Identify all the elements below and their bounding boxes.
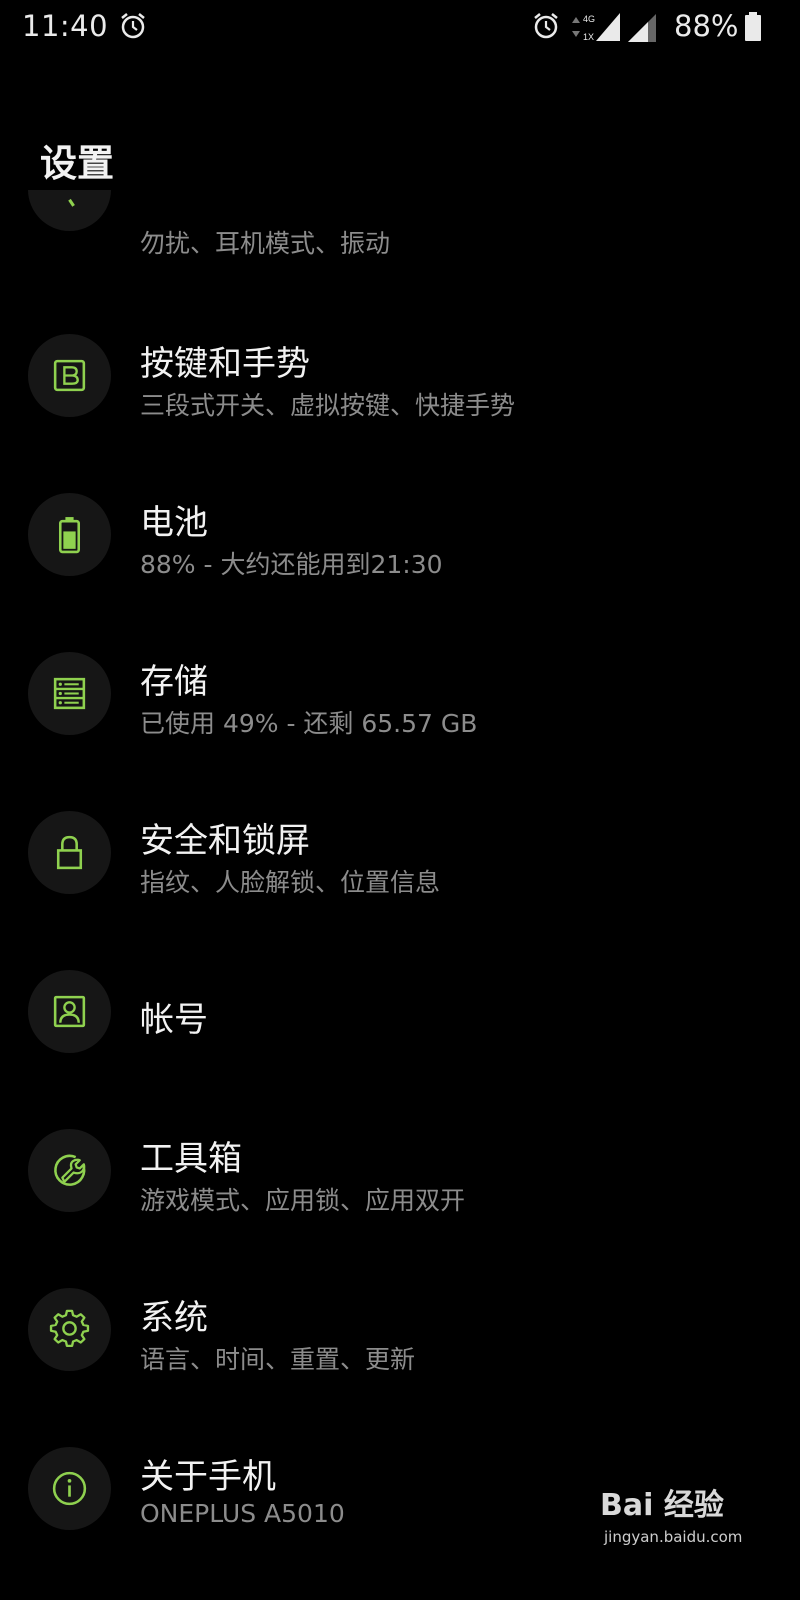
item-subtitle: 语言、时间、重置、更新 xyxy=(140,1345,416,1374)
item-title: 关于手机 xyxy=(140,1457,276,1497)
item-title: 系统 xyxy=(140,1298,208,1338)
settings-item-system[interactable]: 系统 语言、时间、重置、更新 xyxy=(0,1254,784,1404)
toolbox-icon xyxy=(54,1154,86,1186)
watermark-logo: Bai 经验 xyxy=(600,1488,724,1523)
item-title: 电池 xyxy=(140,503,208,543)
item-subtitle: ONEPLUS A5010 xyxy=(140,1499,345,1528)
item-subtitle: 已使用 49% - 还剩 65.57 GB xyxy=(140,709,478,738)
item-title: 工具箱 xyxy=(140,1139,242,1179)
item-title: 帐号 xyxy=(140,1000,208,1040)
gear-icon xyxy=(49,1309,90,1348)
settings-item-toolbox[interactable]: 工具箱 游戏模式、应用锁、应用双开 xyxy=(0,1095,784,1245)
item-subtitle: 游戏模式、应用锁、应用双开 xyxy=(140,1186,466,1215)
item-subtitle: 88% - 大约还能用到21:30 xyxy=(140,550,443,579)
item-subtitle: 三段式开关、虚拟按键、快捷手势 xyxy=(140,391,516,420)
battery-icon xyxy=(58,517,81,554)
watermark: Bai 经验 jingyan.baidu.com xyxy=(600,1480,770,1560)
item-title: 安全和锁屏 xyxy=(140,821,310,861)
settings-item-buttons-gestures[interactable]: 按键和手势 三段式开关、虚拟按键、快捷手势 xyxy=(0,300,784,450)
watermark-url: jingyan.baidu.com xyxy=(604,1528,743,1546)
settings-item-battery[interactable]: 电池 88% - 大约还能用到21:30 xyxy=(0,459,784,609)
settings-list: 按键和手势 三段式开关、虚拟按键、快捷手势 电池 88% - 大约还能用到21:… xyxy=(0,0,784,1568)
storage-icon xyxy=(53,677,86,710)
item-title: 存储 xyxy=(140,662,208,702)
item-subtitle: 指纹、人脸解锁、位置信息 xyxy=(140,868,441,897)
account-icon xyxy=(53,995,86,1028)
settings-item-security-lock[interactable]: 安全和锁屏 指纹、人脸解锁、位置信息 xyxy=(0,777,784,927)
info-icon xyxy=(52,1471,87,1506)
settings-item-storage[interactable]: 存储 已使用 49% - 还剩 65.57 GB xyxy=(0,618,784,768)
settings-item-account[interactable]: 帐号 xyxy=(0,936,784,1086)
lock-icon xyxy=(56,835,83,870)
buttons-icon xyxy=(53,359,86,392)
item-title: 按键和手势 xyxy=(140,344,310,384)
